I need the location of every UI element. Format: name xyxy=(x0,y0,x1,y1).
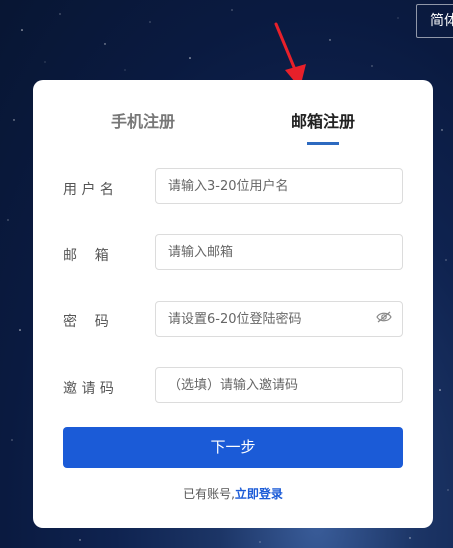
password-label: 密 码 xyxy=(63,314,109,330)
tab-email-register[interactable]: 邮箱注册 xyxy=(291,108,355,132)
tab-phone-register[interactable]: 手机注册 xyxy=(111,108,175,132)
eye-slash-icon[interactable] xyxy=(376,311,392,323)
login-prompt: 已有账号,立即登录 xyxy=(33,485,433,502)
invite-code-input[interactable] xyxy=(155,367,403,403)
language-switch-button[interactable]: 简体中文 xyxy=(416,4,453,38)
email-input[interactable] xyxy=(155,234,403,270)
password-input[interactable] xyxy=(155,301,403,337)
login-link[interactable]: 立即登录 xyxy=(235,487,283,501)
invite-code-label: 邀 请 码 xyxy=(63,381,114,397)
next-step-button[interactable]: 下一步 xyxy=(63,427,403,468)
active-tab-indicator xyxy=(307,142,339,145)
username-input[interactable] xyxy=(155,168,403,204)
login-prompt-text: 已有账号, xyxy=(183,487,235,501)
email-label: 邮 箱 xyxy=(63,248,109,264)
register-card: 手机注册 邮箱注册 用 户 名 邮 箱 密 码 邀 请 码 下一步 已有账号,立… xyxy=(33,80,433,528)
username-label: 用 户 名 xyxy=(63,182,114,198)
